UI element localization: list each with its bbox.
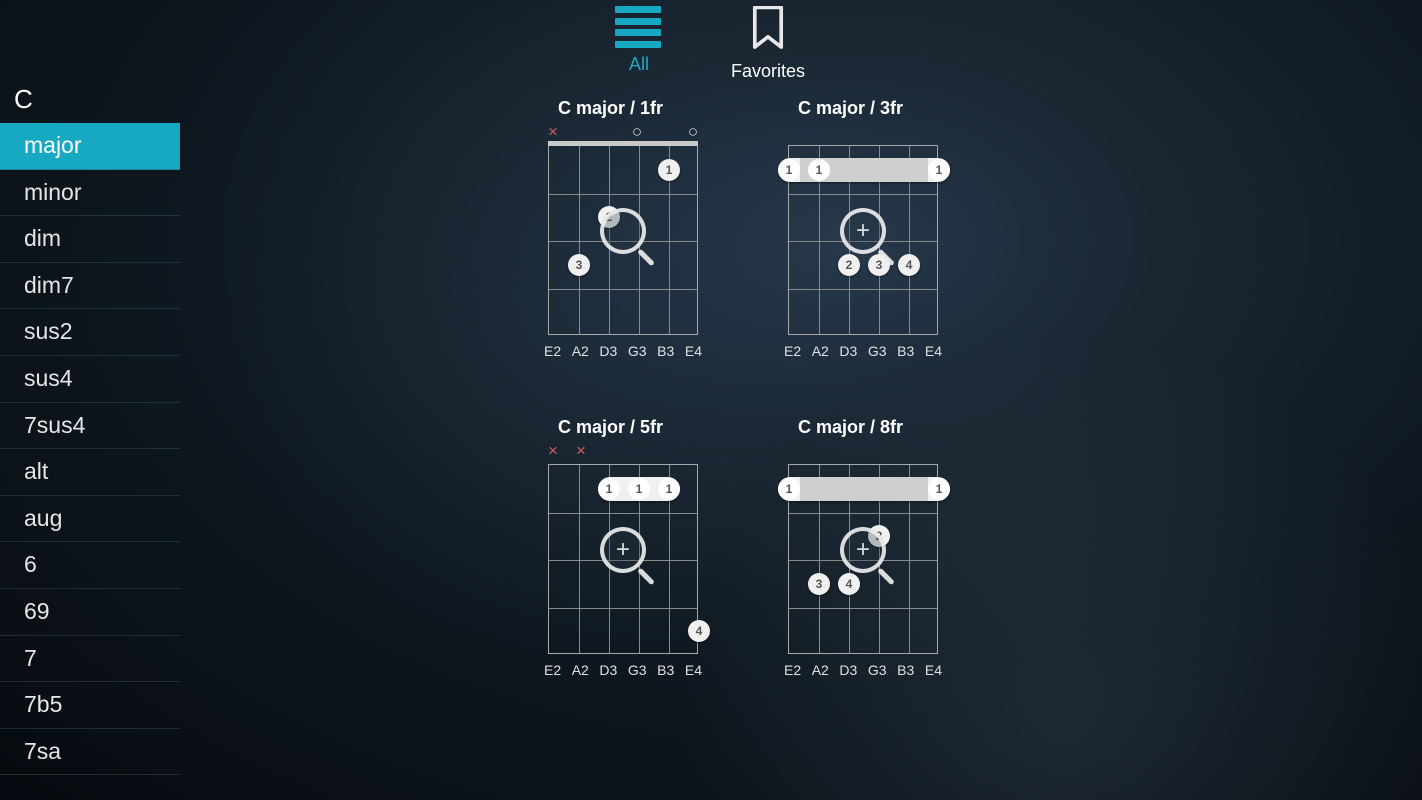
sidebar-item-minor[interactable]: minor bbox=[0, 170, 180, 217]
string-labels: E2A2D3G3B3E4 bbox=[544, 662, 702, 678]
sidebar-item-sus2[interactable]: sus2 bbox=[0, 309, 180, 356]
chord-card-3[interactable]: C major / 8fr 11234+ E2A2D3G3B3E4 bbox=[780, 417, 980, 678]
sidebar-item-dim[interactable]: dim bbox=[0, 216, 180, 263]
fretboard: 111234+ bbox=[788, 145, 938, 335]
sidebar-item-7[interactable]: 7 bbox=[0, 636, 180, 683]
chord-card-1[interactable]: C major / 3fr111234+E2A2D3G3B3E4 bbox=[780, 98, 980, 359]
chord-card-0[interactable]: C major / 1fr×○○123E2A2D3G3B3E4 bbox=[540, 98, 740, 359]
zoom-icon[interactable]: + bbox=[600, 527, 646, 573]
barre: 11 bbox=[778, 477, 950, 501]
root-note-label[interactable]: C bbox=[0, 80, 180, 123]
sidebar-item-69[interactable]: 69 bbox=[0, 589, 180, 636]
fretboard: 1114+ bbox=[548, 464, 698, 654]
chord-title: C major / 5fr bbox=[540, 417, 740, 438]
chord-title: C major / 8fr bbox=[780, 417, 980, 438]
chord-diagram-grid: C major / 1fr×○○123E2A2D3G3B3E4C major /… bbox=[540, 98, 1020, 678]
sidebar-item-alt[interactable]: alt bbox=[0, 449, 180, 496]
finger-dot: 2 bbox=[838, 254, 860, 276]
sidebar-item-7b5[interactable]: 7b5 bbox=[0, 682, 180, 729]
sidebar-item-dim7[interactable]: dim7 bbox=[0, 263, 180, 310]
string-labels: E2A2D3G3B3E4 bbox=[784, 343, 942, 359]
string-labels: E2A2D3G3B3E4 bbox=[544, 343, 702, 359]
sidebar-item-7sus4[interactable]: 7sus4 bbox=[0, 403, 180, 450]
finger-dot: 4 bbox=[898, 254, 920, 276]
barre: 111 bbox=[778, 158, 950, 182]
fretboard: 123 bbox=[548, 145, 698, 335]
sidebar-item-sus4[interactable]: sus4 bbox=[0, 356, 180, 403]
zoom-icon[interactable] bbox=[600, 208, 646, 254]
fret-header bbox=[782, 125, 944, 143]
zoom-icon[interactable]: + bbox=[840, 527, 886, 573]
view-tabs: All Favorites bbox=[0, 6, 1422, 82]
sidebar-item-major[interactable]: major bbox=[0, 123, 180, 170]
finger-dot: 4 bbox=[838, 573, 860, 595]
finger-dot: 3 bbox=[568, 254, 590, 276]
sidebar-item-aug[interactable]: aug bbox=[0, 496, 180, 543]
list-icon bbox=[617, 6, 661, 48]
sidebar-item-6[interactable]: 6 bbox=[0, 542, 180, 589]
tab-all[interactable]: All bbox=[617, 6, 661, 82]
chord-type-sidebar: C majorminordimdim7sus2sus47sus4altaug66… bbox=[0, 80, 180, 775]
zoom-icon[interactable]: + bbox=[840, 208, 886, 254]
fret-header: ×× bbox=[542, 444, 704, 462]
bookmark-icon bbox=[750, 6, 786, 55]
chord-title: C major / 3fr bbox=[780, 98, 980, 119]
barre: 111 bbox=[598, 477, 680, 501]
tab-all-label: All bbox=[629, 54, 649, 75]
finger-dot: 1 bbox=[658, 159, 680, 181]
finger-dot: 3 bbox=[808, 573, 830, 595]
finger-dot: 4 bbox=[688, 620, 710, 642]
string-labels: E2A2D3G3B3E4 bbox=[784, 662, 942, 678]
fretboard: 11234+ bbox=[788, 464, 938, 654]
chord-title: C major / 1fr bbox=[540, 98, 740, 119]
sidebar-item-7sa[interactable]: 7sa bbox=[0, 729, 180, 776]
tab-favorites-label: Favorites bbox=[731, 61, 805, 82]
fret-header bbox=[782, 444, 944, 462]
chord-card-2[interactable]: C major / 5fr××1114+E2A2D3G3B3E4 bbox=[540, 417, 740, 678]
tab-favorites[interactable]: Favorites bbox=[731, 6, 805, 82]
